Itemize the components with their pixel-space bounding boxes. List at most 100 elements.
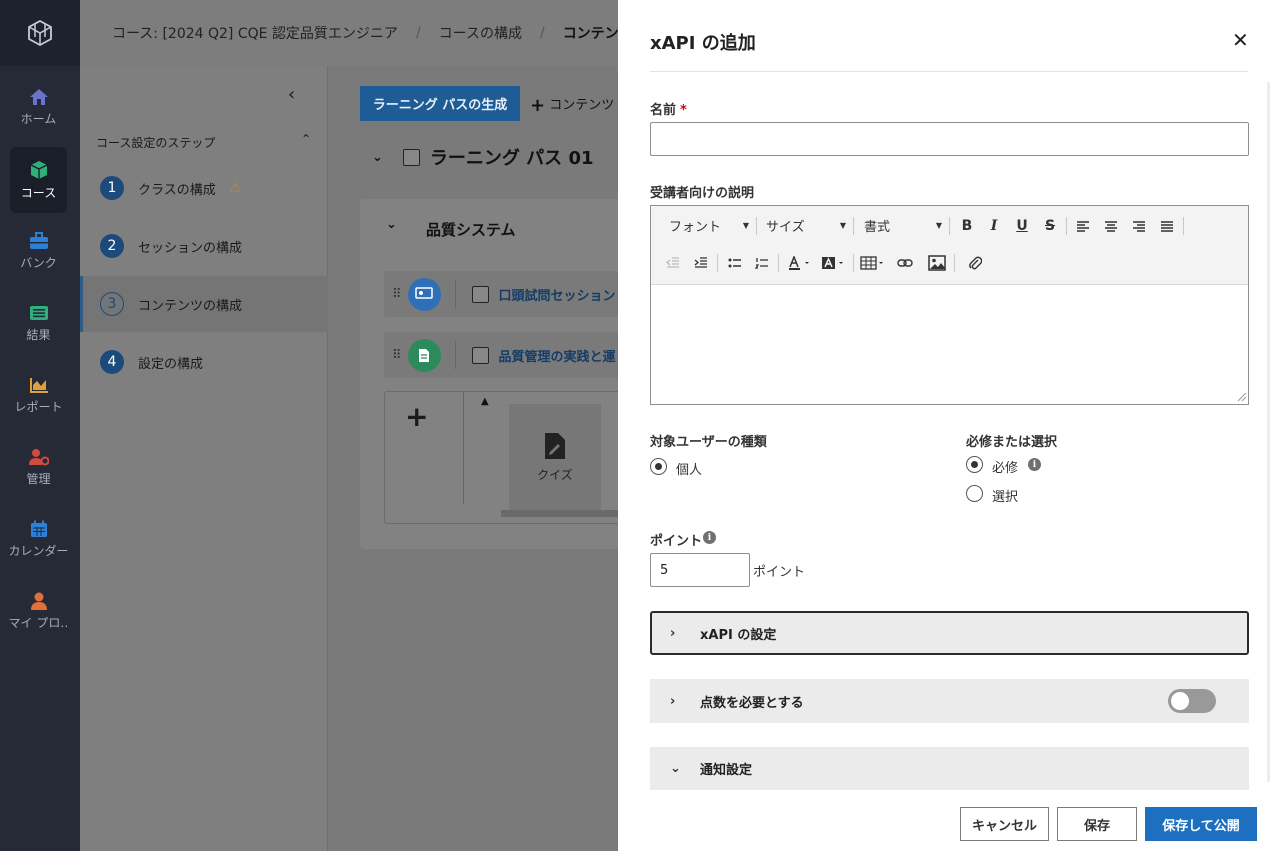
- info-icon[interactable]: i: [1028, 458, 1041, 471]
- points-input[interactable]: 5: [650, 553, 750, 587]
- chevron-up-icon: ⌃: [300, 132, 311, 146]
- app-logo[interactable]: [0, 0, 80, 66]
- nav-bank-label: バンク: [20, 255, 57, 270]
- resize-handle-icon[interactable]: [1237, 392, 1247, 402]
- chevron-down-icon[interactable]: ⌄: [372, 150, 383, 165]
- divider: [454, 280, 456, 308]
- name-input[interactable]: [650, 122, 1249, 156]
- indent-icon[interactable]: [691, 255, 711, 271]
- table-icon[interactable]: [859, 255, 887, 271]
- nav-course[interactable]: コース: [10, 147, 67, 213]
- rich-text-editor: フォント ▼ サイズ ▼ 書式 ▼ B I U S: [650, 205, 1249, 405]
- steps-header-label: コース設定のステップ: [96, 136, 216, 150]
- numbered-list-icon[interactable]: [752, 255, 772, 271]
- chevron-down-icon[interactable]: ⌄: [386, 217, 397, 232]
- editor-body[interactable]: [651, 285, 1248, 403]
- background-color-icon[interactable]: [820, 255, 848, 271]
- notification-settings-section[interactable]: ⌄ 通知設定: [650, 747, 1249, 790]
- align-left-icon[interactable]: [1073, 219, 1093, 235]
- add-plus-icon[interactable]: +: [405, 400, 428, 433]
- info-icon[interactable]: i: [703, 531, 716, 544]
- bold-button[interactable]: B: [957, 218, 977, 234]
- bank-toolbox-icon: [29, 231, 48, 249]
- logo-icon: [28, 19, 52, 47]
- toolbar-separator: [954, 254, 955, 272]
- step-content[interactable]: 3 コンテンツの構成: [80, 276, 328, 332]
- attachment-icon[interactable]: [965, 254, 985, 272]
- item-label[interactable]: 口頭試問セッション: [499, 285, 616, 304]
- collapse-up-icon[interactable]: ▲: [481, 396, 489, 407]
- audience-individual-radio[interactable]: [650, 458, 667, 475]
- step-number: 4: [100, 350, 124, 374]
- drag-handle-icon[interactable]: ⠿: [392, 287, 402, 302]
- align-right-icon[interactable]: [1129, 219, 1149, 235]
- results-list-icon: [29, 305, 48, 320]
- item-checkbox[interactable]: [471, 285, 489, 303]
- save-and-publish-button[interactable]: 保存して公開: [1145, 807, 1257, 841]
- description-label: 受講者向けの説明: [650, 186, 755, 201]
- outdent-icon[interactable]: [663, 255, 683, 271]
- require-score-section[interactable]: › 点数を必要とする: [650, 679, 1249, 723]
- require-score-toggle[interactable]: [1168, 689, 1216, 713]
- breadcrumb-separator: /: [539, 25, 545, 41]
- nav-bank[interactable]: バンク: [10, 218, 67, 284]
- required-radio[interactable]: [966, 456, 983, 473]
- caret-down-icon: ▼: [935, 221, 942, 230]
- nav-report[interactable]: レポート: [10, 362, 67, 428]
- format-dropdown-label: 書式: [864, 220, 891, 235]
- format-dropdown[interactable]: 書式 ▼: [864, 216, 942, 235]
- xapi-settings-section[interactable]: › xAPI の設定: [650, 611, 1249, 655]
- item-label[interactable]: 品質管理の実践と運: [499, 346, 616, 365]
- learning-path-checkbox[interactable]: [402, 148, 420, 166]
- nav-home[interactable]: ホーム: [10, 74, 67, 140]
- link-icon[interactable]: [895, 255, 915, 271]
- underline-button[interactable]: U: [1012, 218, 1032, 234]
- save-button[interactable]: 保存: [1057, 807, 1137, 841]
- optional-radio-label: 選択: [992, 490, 1019, 505]
- left-nav: ホーム コース バンク 結果 レポート 管理 カレンダー マイ プロ…: [0, 0, 80, 851]
- step-class[interactable]: 1 クラスの構成 ⚠: [80, 160, 328, 216]
- divider: [463, 392, 464, 504]
- notification-settings-label: 通知設定: [700, 763, 753, 778]
- step-settings[interactable]: 4 設定の構成: [80, 334, 328, 390]
- align-justify-icon[interactable]: [1157, 219, 1177, 235]
- step-number: 2: [100, 234, 124, 258]
- cancel-button[interactable]: キャンセル: [960, 807, 1049, 841]
- nav-course-label: コース: [20, 185, 57, 200]
- drag-handle-icon[interactable]: ⠿: [392, 348, 402, 363]
- text-color-icon[interactable]: [787, 255, 813, 271]
- steps-header[interactable]: コース設定のステップ ⌃: [96, 132, 311, 151]
- close-icon[interactable]: ✕: [1232, 28, 1249, 52]
- required-optional-label: 必修または選択: [966, 435, 1058, 450]
- nav-results[interactable]: 結果: [10, 290, 67, 356]
- bullet-list-icon[interactable]: [725, 255, 745, 271]
- breadcrumb-course[interactable]: コース: [2024 Q2] CQE 認定品質エンジニア: [112, 23, 398, 43]
- learning-path-title: ラーニング パス 01: [429, 148, 594, 169]
- quiz-tile[interactable]: クイズ: [509, 404, 601, 510]
- font-dropdown[interactable]: フォント ▼: [669, 216, 749, 235]
- item-checkbox[interactable]: [471, 346, 489, 364]
- nav-report-label: レポート: [14, 399, 63, 414]
- strikethrough-button[interactable]: S: [1040, 218, 1060, 234]
- warning-icon: ⚠: [229, 180, 242, 196]
- step-label: コンテンツの構成: [138, 298, 243, 314]
- profile-person-icon: [30, 592, 47, 610]
- admin-user-gear-icon: [28, 448, 49, 465]
- step-label: セッションの構成: [138, 240, 243, 256]
- add-content-button[interactable]: + コンテンツ ク: [530, 94, 631, 116]
- image-icon[interactable]: [926, 254, 948, 272]
- optional-radio[interactable]: [966, 485, 983, 502]
- collapse-panel-icon[interactable]: ‹: [288, 84, 295, 105]
- step-number: 1: [100, 176, 124, 200]
- align-center-icon[interactable]: [1101, 219, 1121, 235]
- italic-button[interactable]: I: [984, 218, 1004, 234]
- report-chart-icon: [29, 377, 48, 393]
- caret-down-icon: ▼: [839, 221, 846, 230]
- nav-admin[interactable]: 管理: [10, 434, 67, 500]
- nav-calendar[interactable]: カレンダー: [9, 506, 69, 572]
- generate-learning-path-button[interactable]: ラーニング パスの生成: [360, 86, 520, 121]
- step-session[interactable]: 2 セッションの構成: [80, 218, 328, 274]
- nav-profile[interactable]: マイ プロ…: [9, 578, 69, 644]
- breadcrumb-structure[interactable]: コースの構成: [439, 23, 522, 43]
- size-dropdown[interactable]: サイズ ▼: [766, 216, 846, 235]
